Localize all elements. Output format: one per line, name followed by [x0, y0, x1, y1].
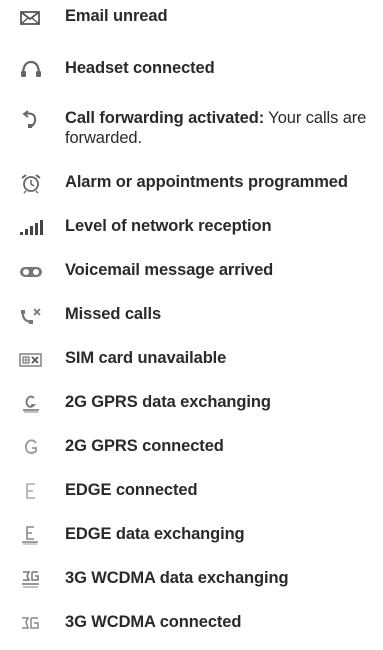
edge-data-icon: [18, 524, 44, 546]
edge-connected-icon: [18, 480, 44, 502]
item-label: EDGE connected: [65, 481, 198, 499]
item-label: 3G WCDMA data exchanging: [65, 569, 289, 587]
headset-icon: [18, 58, 44, 80]
sim-unavailable-icon: [18, 348, 44, 370]
gprs-data-icon: [18, 392, 44, 414]
item-label: Headset connected: [65, 59, 215, 77]
missed-call-icon: [18, 304, 44, 326]
wcdma-connected-icon: [18, 612, 44, 634]
call-forward-icon: [18, 108, 44, 130]
gprs-connected-icon: [18, 436, 44, 458]
item-label: 2G GPRS connected: [65, 437, 224, 455]
item-label: SIM card unavailable: [65, 349, 227, 367]
item-label: EDGE data exchanging: [65, 525, 245, 543]
item-label: Level of network reception: [65, 217, 272, 235]
voicemail-icon: [18, 260, 44, 282]
signal-bars-icon: [18, 216, 44, 238]
alarm-clock-icon: [18, 172, 44, 194]
item-label: Email unread: [65, 7, 168, 25]
item-label: 3G WCDMA connected: [65, 613, 242, 631]
item-label: Voicemail message arrived: [65, 261, 274, 279]
envelope-icon: [18, 6, 44, 28]
item-label: Missed calls: [65, 305, 162, 323]
item-label: 2G GPRS data exchanging: [65, 393, 271, 411]
wcdma-data-icon: [18, 568, 44, 590]
item-label: Alarm or appointments programmed: [65, 173, 348, 191]
item-label: Call forwarding activated:: [65, 109, 265, 127]
